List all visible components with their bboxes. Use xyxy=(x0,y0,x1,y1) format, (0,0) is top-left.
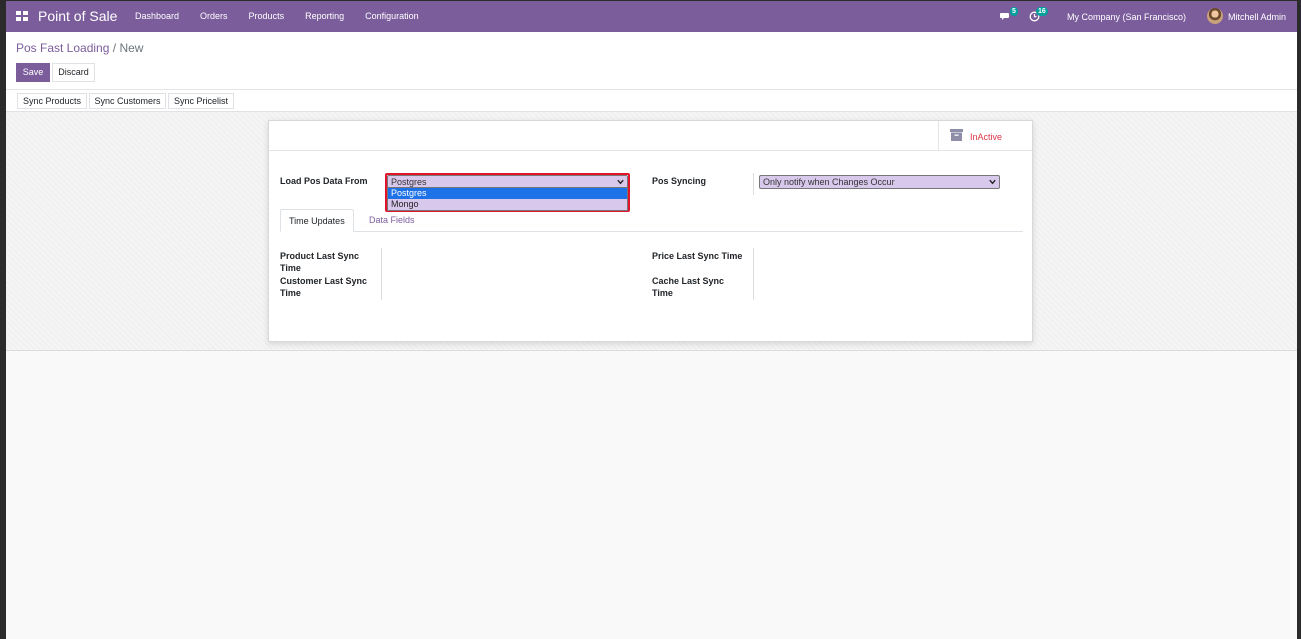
control-panel: Pos Fast Loading / New Save Discard Sync… xyxy=(6,32,1297,112)
breadcrumb-separator: / xyxy=(112,41,117,55)
activity-badge: 16 xyxy=(1036,7,1048,16)
menu-dashboard[interactable]: Dashboard xyxy=(135,11,179,21)
form-sheet: InActive Load Pos Data From Postgres Pos… xyxy=(268,120,1033,342)
user-menu[interactable]: Mitchell Admin xyxy=(1228,12,1286,22)
breadcrumb: Pos Fast Loading / New xyxy=(16,41,143,55)
main-menu: Dashboard Orders Products Reporting Conf… xyxy=(135,11,440,21)
archive-icon xyxy=(950,129,963,141)
menu-products[interactable]: Products xyxy=(249,11,285,21)
option-postgres[interactable]: Postgres xyxy=(388,188,627,199)
empty-area xyxy=(6,351,1297,639)
breadcrumb-parent[interactable]: Pos Fast Loading xyxy=(16,41,109,55)
app-frame: Point of Sale Dashboard Orders Products … xyxy=(6,1,1297,639)
customer-last-sync-label: Customer Last Sync Time xyxy=(280,276,368,298)
product-last-sync-label: Product Last Sync Time xyxy=(280,251,360,273)
button-box: InActive xyxy=(269,121,1032,151)
menu-configuration[interactable]: Configuration xyxy=(365,11,419,21)
field-divider xyxy=(381,248,382,300)
save-button[interactable]: Save xyxy=(16,63,50,82)
chat-badge: 5 xyxy=(1010,7,1018,16)
cache-last-sync-label: Cache Last Sync Time xyxy=(652,276,725,298)
syncing-label: Pos Syncing xyxy=(652,176,707,186)
company-switcher[interactable]: My Company (San Francisco) xyxy=(1067,12,1186,22)
field-divider xyxy=(753,248,754,300)
notebook-tabs: Time Updates Data Fields xyxy=(280,209,1023,232)
app-title[interactable]: Point of Sale xyxy=(38,8,117,24)
price-last-sync-label: Price Last Sync Time xyxy=(652,251,743,261)
control-divider xyxy=(6,89,1297,90)
top-navbar: Point of Sale Dashboard Orders Products … xyxy=(6,1,1297,32)
field-divider xyxy=(753,173,754,195)
status-label: InActive xyxy=(970,132,1003,142)
load-from-label: Load Pos Data From xyxy=(280,176,368,186)
syncing-value: Only notify when Changes Occur xyxy=(763,177,895,187)
breadcrumb-current: New xyxy=(119,41,144,55)
sync-pricelist-button[interactable]: Sync Pricelist xyxy=(168,93,234,109)
sync-customers-button[interactable]: Sync Customers xyxy=(89,93,166,109)
load-from-options: Postgres Mongo xyxy=(387,187,628,211)
menu-orders[interactable]: Orders xyxy=(200,11,228,21)
discard-button[interactable]: Discard xyxy=(52,63,95,82)
menu-reporting[interactable]: Reporting xyxy=(305,11,344,21)
syncing-select[interactable]: Only notify when Changes Occur xyxy=(759,175,1000,189)
status-toggle-button[interactable]: InActive xyxy=(938,121,1033,151)
tab-data-fields[interactable]: Data Fields xyxy=(361,209,423,232)
user-avatar[interactable] xyxy=(1207,8,1223,24)
apps-grid-icon[interactable] xyxy=(16,11,28,21)
chevron-down-icon xyxy=(989,179,996,185)
sync-products-button[interactable]: Sync Products xyxy=(17,93,87,109)
tab-time-updates[interactable]: Time Updates xyxy=(280,209,354,232)
